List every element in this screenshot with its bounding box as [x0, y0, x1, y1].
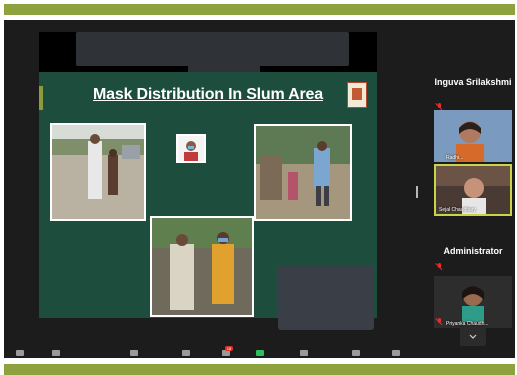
video-button[interactable]	[52, 350, 60, 356]
share-screen-button[interactable]	[256, 350, 264, 356]
participant-name: Priyanka Chaudh...	[446, 321, 489, 327]
mic-muted-icon	[437, 103, 443, 110]
slide-photo-street-distribution	[50, 123, 146, 221]
slide-photo-women-with-masks	[150, 216, 254, 317]
chevron-down-icon	[469, 334, 477, 339]
participants-button[interactable]	[182, 350, 190, 356]
scroll-participants-button[interactable]	[460, 328, 486, 346]
participant-name: Sejal Chaudhary	[439, 207, 476, 213]
participant-tile[interactable]: Inguva Srilakshmi	[434, 68, 512, 114]
participant-tile[interactable]: Radhi...	[434, 110, 512, 162]
mute-button[interactable]	[16, 350, 24, 356]
participant-tile-active-speaker[interactable]: Sejal Chaudhary	[434, 164, 512, 216]
participant-tile[interactable]: Priyanka Chaudh...	[434, 276, 512, 328]
participant-name: Administrator	[443, 246, 503, 256]
more-button[interactable]	[392, 350, 400, 356]
participant-name: Radhi...	[446, 155, 464, 161]
panel-resize-handle[interactable]	[416, 186, 418, 198]
security-button[interactable]	[130, 350, 138, 356]
slide-photo-alley-distribution	[254, 124, 352, 221]
footer-band	[4, 364, 515, 375]
screen-share-control-bar[interactable]	[76, 32, 349, 66]
header-band	[4, 4, 515, 15]
mic-muted-icon	[437, 318, 443, 325]
participant-strip: Inguva Srilakshmi Radhi... Sejal Chaudha…	[434, 68, 512, 358]
slide-title: Mask Distribution In Slum Area	[93, 86, 323, 103]
slide-photo-portrait	[176, 134, 206, 163]
zoom-meeting-window: Mask Distribution In Slum Area Inguva Sr…	[4, 20, 515, 358]
participant-tile[interactable]: Administrator	[434, 228, 512, 274]
record-button[interactable]	[300, 350, 308, 356]
participant-name: Inguva Srilakshmi	[434, 77, 512, 87]
reactions-button[interactable]	[352, 350, 360, 356]
chat-badge: 18	[225, 346, 233, 351]
meeting-toolbar: 18	[4, 346, 515, 358]
mic-muted-icon	[437, 263, 443, 270]
self-video-preview[interactable]	[278, 266, 374, 330]
leaf-logo-icon	[347, 82, 367, 108]
